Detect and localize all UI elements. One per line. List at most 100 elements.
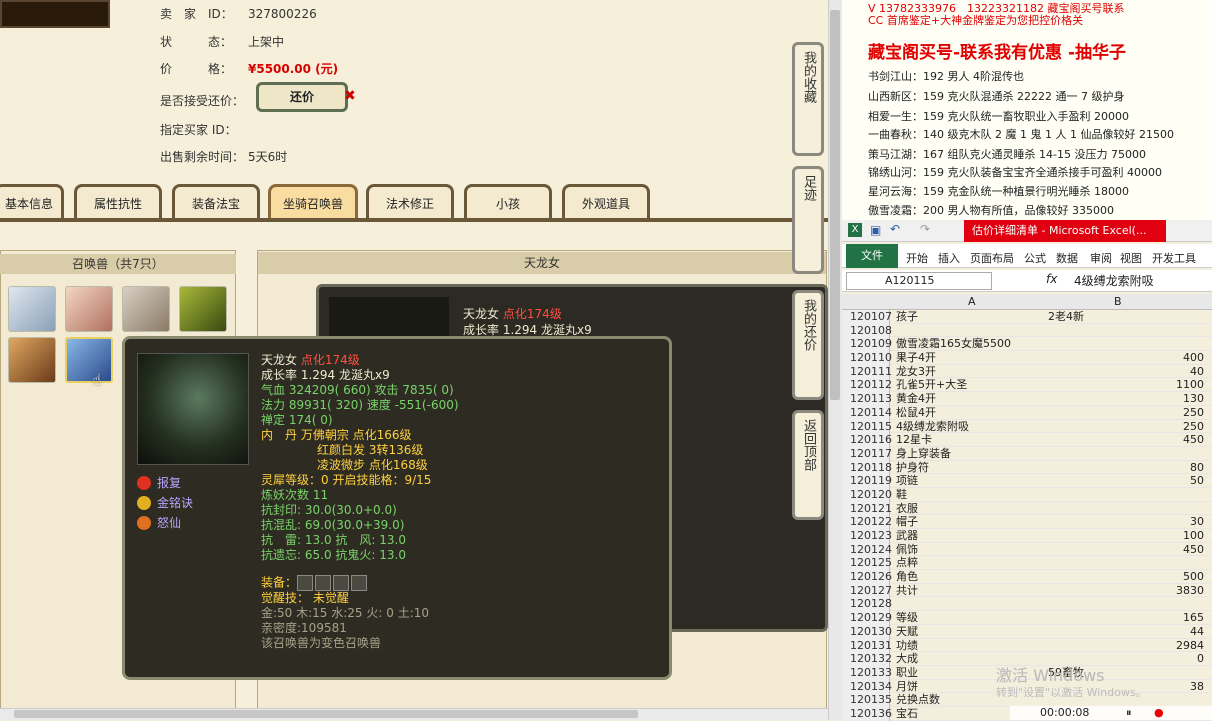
cell-a[interactable]: 角色 [896, 570, 1046, 584]
formula-input[interactable]: 4级缚龙索附吸 [1074, 272, 1154, 289]
row-number[interactable]: 120132 [842, 652, 892, 666]
cell-b[interactable]: 44 [1048, 625, 1204, 639]
record-icon[interactable]: ● [1154, 706, 1164, 719]
cell-a[interactable]: 项链 [896, 474, 1046, 488]
ribbon-tab-insert[interactable]: 插入 [938, 250, 960, 266]
row-number[interactable]: 120122 [842, 515, 892, 529]
tab-child[interactable]: 小孩 [464, 184, 552, 220]
table-row[interactable]: 120118 护身符 80 [842, 460, 1212, 475]
cell-a[interactable]: 孩子 [896, 310, 1046, 324]
ribbon-tab-home[interactable]: 开始 [906, 250, 928, 266]
row-number[interactable]: 120130 [842, 624, 892, 639]
name-box[interactable]: A120115 [846, 272, 992, 290]
table-row[interactable]: 120121 衣服 [842, 501, 1212, 516]
excel-file-tab[interactable]: 文件 [846, 244, 898, 268]
cell-a[interactable]: 等级 [896, 611, 1046, 625]
cell-b[interactable]: 400 [1048, 351, 1204, 365]
table-row[interactable]: 120109 傲雪凌霜165女魔5500 [842, 337, 1212, 352]
cell-a[interactable]: 龙女3开 [896, 365, 1046, 379]
row-number[interactable]: 120131 [842, 638, 892, 653]
pet-thumb[interactable] [65, 286, 113, 332]
ribbon-tab-formulas[interactable]: 公式 [1024, 250, 1046, 266]
cell-a[interactable]: 帽子 [896, 515, 1046, 529]
pet-thumb[interactable] [8, 286, 56, 332]
row-number[interactable]: 120133 [842, 665, 892, 680]
table-row[interactable]: 120117 身上穿装备 [842, 446, 1212, 461]
ribbon-tab-view[interactable]: 视图 [1120, 250, 1142, 266]
cell-b[interactable]: 2984 [1048, 639, 1204, 653]
cell-a[interactable]: 衣服 [896, 502, 1046, 516]
cell-a[interactable]: 4级缚龙索附吸 [896, 420, 1046, 434]
bargain-button[interactable]: 还价 [256, 82, 348, 112]
cell-b[interactable]: 3830 [1048, 584, 1204, 598]
cell-a[interactable]: 武器 [896, 529, 1046, 543]
table-row[interactable]: 120120 鞋 [842, 487, 1212, 502]
table-row[interactable]: 120107 孩子 2老4新 [842, 310, 1212, 324]
cell-b[interactable]: 500 [1048, 570, 1204, 584]
table-row[interactable]: 120125 点粹 [842, 556, 1212, 571]
tab-basic-info[interactable]: 基本信息 [0, 184, 64, 220]
pet-thumb[interactable] [8, 337, 56, 383]
table-row[interactable]: 120129 等级 165 [842, 611, 1212, 625]
column-a-header[interactable]: A [968, 295, 976, 308]
table-row[interactable]: 120112 孔雀5开+大圣 1100 [842, 378, 1212, 393]
row-number[interactable]: 120125 [842, 556, 892, 571]
cell-b[interactable]: 40 [1048, 365, 1204, 379]
cell-b[interactable]: 50 [1048, 474, 1204, 488]
cell-b[interactable]: 100 [1048, 529, 1204, 543]
row-number[interactable]: 120118 [842, 460, 892, 475]
ribbon-tab-review[interactable]: 审阅 [1090, 250, 1112, 266]
cell-a[interactable]: 12星卡 [896, 433, 1046, 447]
table-row[interactable]: 120123 武器 100 [842, 529, 1212, 543]
table-row[interactable]: 120119 项链 50 [842, 474, 1212, 488]
table-row[interactable]: 120126 角色 500 [842, 570, 1212, 584]
cell-a[interactable]: 共计 [896, 584, 1046, 598]
side-tab-history[interactable]: 足迹 [792, 166, 824, 274]
table-row[interactable]: 120108 [842, 323, 1212, 338]
row-number[interactable]: 120126 [842, 570, 892, 584]
table-row[interactable]: 120113 黄金4开 130 [842, 392, 1212, 406]
cell-a[interactable]: 佩饰 [896, 543, 1046, 557]
cell-a[interactable]: 黄金4开 [896, 392, 1046, 406]
table-row[interactable]: 120115 4级缚龙索附吸 250 [842, 419, 1212, 434]
side-tab-favorites[interactable]: 我的收藏 [792, 42, 824, 156]
row-number[interactable]: 120114 [842, 405, 892, 420]
side-tab-my-bargains[interactable]: 我的还价 [792, 290, 824, 400]
cell-b[interactable]: 165 [1048, 611, 1204, 625]
cell-a[interactable]: 松鼠4开 [896, 406, 1046, 420]
ribbon-tab-layout[interactable]: 页面布局 [970, 250, 1014, 266]
row-number[interactable]: 120113 [842, 392, 892, 406]
undo-icon[interactable]: ↶ [890, 222, 900, 236]
row-number[interactable]: 120112 [842, 378, 892, 393]
cell-a[interactable]: 鞋 [896, 488, 1046, 502]
cell-a[interactable]: 天赋 [896, 625, 1046, 639]
cell-b[interactable]: 250 [1048, 406, 1204, 420]
row-number[interactable]: 120120 [842, 487, 892, 502]
tab-attributes[interactable]: 属性抗性 [74, 184, 162, 220]
table-row[interactable]: 120124 佩饰 450 [842, 542, 1212, 557]
cell-a[interactable]: 傲雪凌霜165女魔5500 [896, 337, 1046, 351]
row-number[interactable]: 120129 [842, 611, 892, 625]
pause-icon[interactable]: ⏸ [1126, 706, 1132, 720]
table-row[interactable]: 120131 功绩 2984 [842, 638, 1212, 653]
cell-b[interactable]: 450 [1048, 433, 1204, 447]
column-b-header[interactable]: B [1114, 295, 1122, 308]
cell-a[interactable]: 孔雀5开+大圣 [896, 378, 1046, 392]
row-number[interactable]: 120111 [842, 364, 892, 379]
tab-equipment[interactable]: 装备法宝 [172, 184, 260, 220]
skill-item[interactable]: 金铭诀 [137, 493, 193, 513]
cell-b[interactable]: 250 [1048, 420, 1204, 434]
row-number[interactable]: 120135 [842, 693, 892, 707]
cell-a[interactable]: 果子4开 [896, 351, 1046, 365]
cell-b[interactable]: 80 [1048, 461, 1204, 475]
row-number[interactable]: 120128 [842, 597, 892, 612]
skill-item[interactable]: 怒仙 [137, 513, 193, 533]
tab-summons[interactable]: 坐骑召唤兽 [268, 184, 358, 220]
table-row[interactable]: 120110 果子4开 400 [842, 351, 1212, 365]
row-number[interactable]: 120121 [842, 501, 892, 516]
fx-icon[interactable]: fx [1046, 272, 1057, 286]
table-row[interactable]: 120130 天赋 44 [842, 624, 1212, 639]
cell-a[interactable]: 点粹 [896, 556, 1046, 570]
cell-b[interactable]: 2老4新 [1048, 310, 1204, 324]
row-number[interactable]: 120123 [842, 529, 892, 543]
